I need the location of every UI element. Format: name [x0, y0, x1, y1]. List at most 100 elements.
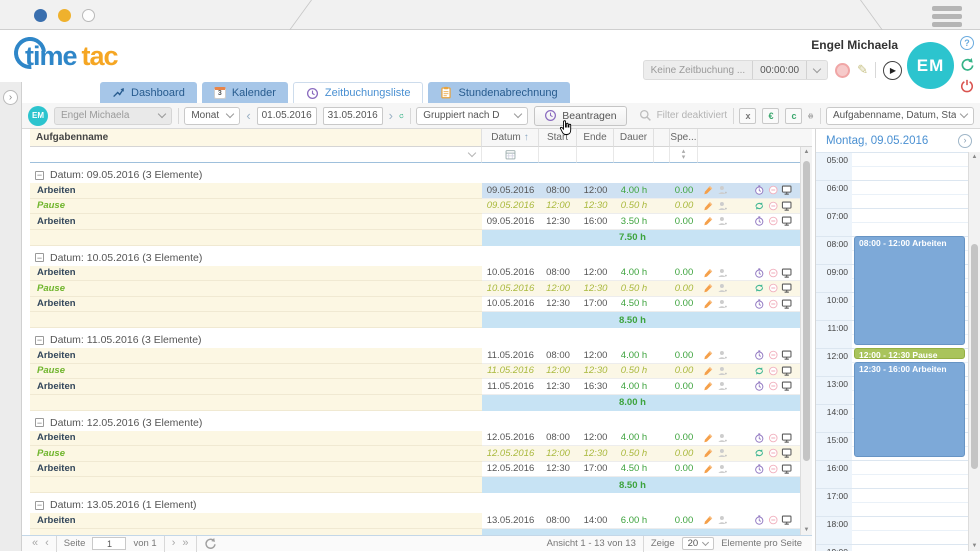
calendar-event[interactable]: 12:30 - 16:00 Arbeiten	[854, 362, 965, 457]
edit-row-icon[interactable]	[703, 432, 714, 444]
date-filter-input[interactable]	[482, 147, 539, 163]
assign-user-icon[interactable]	[717, 298, 728, 310]
tab-stundenabrechnung[interactable]: Stundenabrechnung	[428, 82, 569, 103]
column-header-dauer[interactable]: Dauer	[614, 129, 654, 147]
user-select[interactable]: Engel Michaela	[54, 107, 172, 125]
collapse-group-icon[interactable]: −	[35, 171, 44, 180]
booking-row[interactable]: Arbeiten 11.05.2016 12:30 16:30 4.00 h 0…	[30, 379, 812, 395]
delete-row-icon[interactable]	[768, 349, 779, 361]
dauer-filter-input[interactable]	[614, 147, 654, 163]
delete-row-icon[interactable]	[768, 184, 779, 196]
assign-user-icon[interactable]	[717, 215, 728, 227]
timer-dropdown-chevron-icon[interactable]	[806, 61, 827, 79]
monitor-icon[interactable]	[781, 267, 792, 279]
date-to-input[interactable]: 31.05.2016	[323, 107, 383, 125]
booking-row[interactable]: Arbeiten 10.05.2016 08:00 12:00 4.00 h 0…	[30, 266, 812, 282]
assign-user-icon[interactable]	[717, 514, 728, 526]
group-header[interactable]: − Datum: 12.05.2016 (3 Elemente)	[30, 415, 812, 431]
expand-panel-icon[interactable]: ›	[958, 134, 972, 148]
ende-filter-input[interactable]	[577, 147, 614, 163]
assign-user-icon[interactable]	[717, 184, 728, 196]
assign-user-icon[interactable]	[717, 282, 728, 294]
calendar-day-title[interactable]: Montag, 09.05.2016	[826, 135, 928, 147]
stopwatch-icon[interactable]	[754, 432, 765, 444]
edit-booking-icon[interactable]: ✎	[857, 62, 868, 78]
delete-row-icon[interactable]	[768, 380, 779, 392]
edit-row-icon[interactable]	[703, 380, 714, 392]
booking-row[interactable]: Arbeiten 12.05.2016 12:30 17:00 4.50 h 0…	[30, 462, 812, 478]
expand-sidebar-icon[interactable]: ›	[3, 90, 18, 105]
hour-slot[interactable]	[852, 545, 968, 551]
edit-row-icon[interactable]	[703, 298, 714, 310]
table-scrollbar[interactable]: ▲ ▼	[800, 147, 812, 535]
edit-row-icon[interactable]	[703, 267, 714, 279]
column-header-spesen[interactable]: Spe...	[670, 129, 698, 147]
period-select[interactable]: Monat	[184, 107, 240, 125]
stopwatch-icon[interactable]	[754, 463, 765, 475]
edit-row-icon[interactable]	[703, 184, 714, 196]
export-euro-button[interactable]: €	[762, 108, 779, 124]
column-header-aufgabenname[interactable]: Aufgabenname	[30, 129, 482, 147]
hour-slot[interactable]	[852, 181, 968, 208]
stopwatch-icon[interactable]	[754, 215, 765, 227]
delete-row-icon[interactable]	[768, 267, 779, 279]
monitor-icon[interactable]	[781, 298, 792, 310]
hour-slot[interactable]	[852, 461, 968, 488]
monitor-icon[interactable]	[781, 514, 792, 526]
assign-user-icon[interactable]	[717, 200, 728, 212]
prev-page-icon[interactable]: ‹	[45, 538, 49, 549]
tab-kalender[interactable]: 3 Kalender	[202, 82, 288, 103]
edit-row-icon[interactable]	[703, 215, 714, 227]
prev-period-icon[interactable]: ‹	[246, 109, 250, 122]
date-from-input[interactable]: 01.05.2016	[257, 107, 317, 125]
delete-row-icon[interactable]	[768, 282, 779, 294]
scroll-down-icon[interactable]: ▼	[969, 541, 980, 551]
monitor-icon[interactable]	[781, 215, 792, 227]
stop-recording-icon[interactable]	[835, 63, 850, 78]
reload-icon[interactable]	[960, 57, 975, 72]
assign-user-icon[interactable]	[717, 447, 728, 459]
booking-row[interactable]: Pause 11.05.2016 12:00 12:30 0.50 h 0.00	[30, 364, 812, 380]
scroll-up-icon[interactable]: ▲	[969, 152, 980, 162]
column-header-ende[interactable]: Ende	[577, 129, 614, 147]
booking-row[interactable]: Pause 12.05.2016 12:00 12:30 0.50 h 0.00	[30, 446, 812, 462]
window-maximize-button[interactable]	[82, 9, 95, 22]
sync-icon[interactable]	[754, 200, 765, 212]
booking-row[interactable]: Arbeiten 11.05.2016 08:00 12:00 4.00 h 0…	[30, 348, 812, 364]
monitor-icon[interactable]	[781, 447, 792, 459]
edit-row-icon[interactable]	[703, 365, 714, 377]
calendar-hour-row[interactable]: 07:00	[816, 208, 968, 236]
edit-row-icon[interactable]	[703, 514, 714, 526]
delete-row-icon[interactable]	[768, 447, 779, 459]
start-recording-button[interactable]: ▶	[883, 61, 902, 80]
calendar-event[interactable]: 08:00 - 12:00 Arbeiten	[854, 236, 965, 345]
tab-dashboard[interactable]: Dashboard	[100, 82, 197, 103]
page-size-select[interactable]: 20	[682, 537, 715, 550]
booking-row[interactable]: Pause 09.05.2016 12:00 12:30 0.50 h 0.00	[30, 199, 812, 215]
window-minimize-button[interactable]	[58, 9, 71, 22]
calendar-hour-row[interactable]: 18:00	[816, 516, 968, 544]
scroll-down-icon[interactable]: ▼	[801, 525, 812, 535]
print-icon[interactable]	[808, 108, 813, 124]
stopwatch-icon[interactable]	[754, 298, 765, 310]
delete-row-icon[interactable]	[768, 514, 779, 526]
window-close-button[interactable]	[34, 9, 47, 22]
sync-icon[interactable]	[754, 282, 765, 294]
columns-select[interactable]: Aufgabenname, Datum, Sta	[826, 107, 974, 125]
booking-row[interactable]: Arbeiten 10.05.2016 12:30 17:00 4.50 h 0…	[30, 297, 812, 313]
booking-row[interactable]: Pause 10.05.2016 12:00 12:30 0.50 h 0.00	[30, 281, 812, 297]
help-icon[interactable]: ?	[960, 36, 974, 50]
booking-row[interactable]: Arbeiten 13.05.2016 08:00 14:00 6.00 h 0…	[30, 513, 812, 529]
export-excel-button[interactable]: x	[739, 108, 756, 124]
time-tracking-widget[interactable]: Keine Zeitbuchung ... 00:00:00	[643, 60, 828, 80]
edit-row-icon[interactable]	[703, 282, 714, 294]
logout-power-icon[interactable]	[960, 79, 974, 93]
calendar-hour-row[interactable]: 05:00	[816, 152, 968, 180]
timer-task-placeholder[interactable]: Keine Zeitbuchung ...	[644, 61, 753, 79]
column-header-datum[interactable]: Datum↑	[482, 129, 539, 147]
stopwatch-icon[interactable]	[754, 267, 765, 279]
delete-row-icon[interactable]	[768, 463, 779, 475]
stopwatch-icon[interactable]	[754, 184, 765, 196]
hour-slot[interactable]	[852, 489, 968, 516]
collapse-group-icon[interactable]: −	[35, 253, 44, 262]
